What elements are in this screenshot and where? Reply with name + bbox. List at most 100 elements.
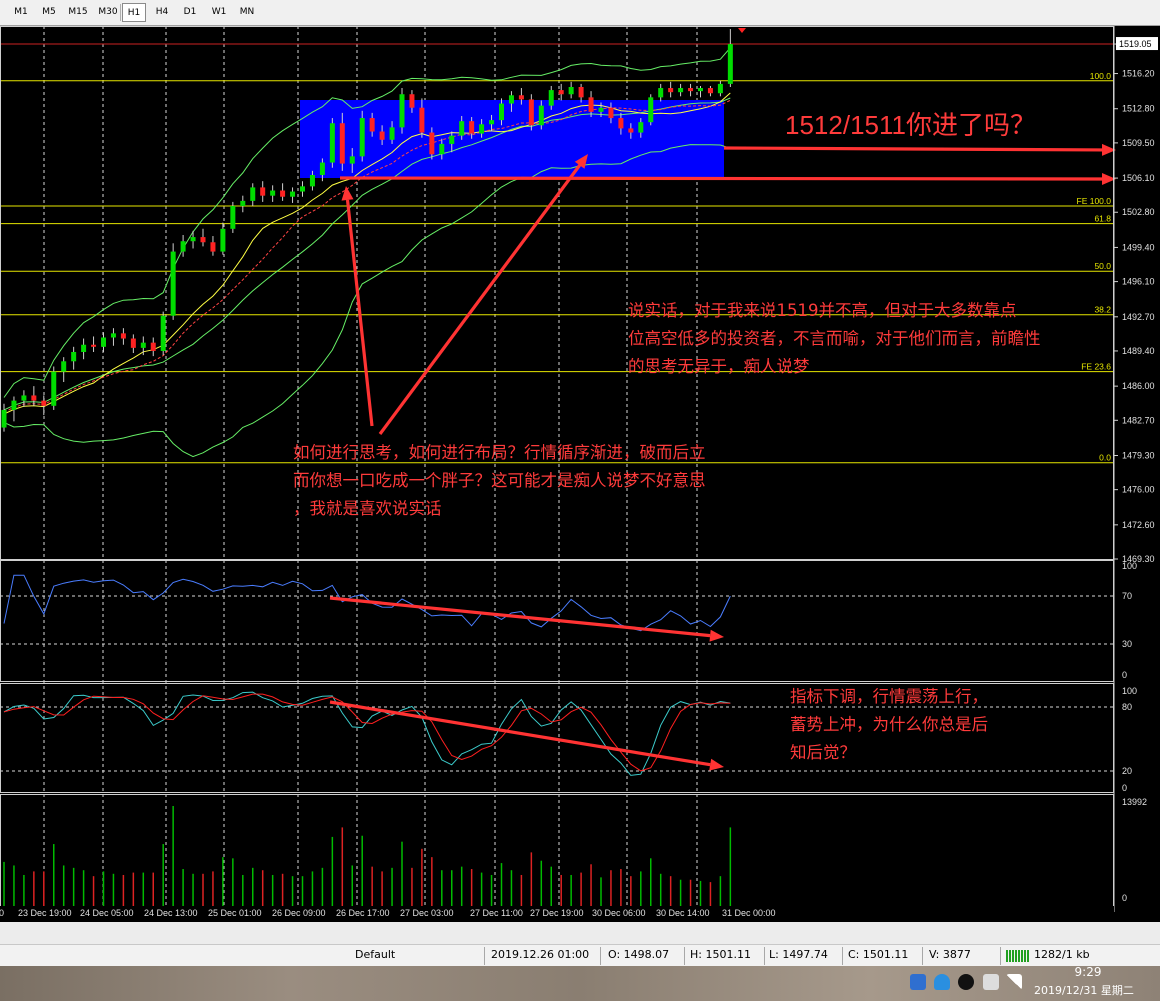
connection-bars-icon <box>1006 950 1030 962</box>
candle-body <box>21 395 27 401</box>
candle-body <box>349 156 355 164</box>
arrow-up-to-box-left <box>345 199 374 427</box>
price-tick-label: 1486.00 <box>1122 381 1155 391</box>
toolbar-separator <box>120 4 121 21</box>
rsi-divergence-arrow <box>329 596 711 638</box>
fib-level-label: 38.2 <box>1094 305 1111 315</box>
time-axis-label: 25 Dec 01:00 <box>208 908 262 918</box>
candle-body <box>588 97 594 112</box>
candle-body <box>210 242 216 252</box>
sell-signal-marker <box>738 28 746 33</box>
candle-body <box>409 94 415 108</box>
candle-body <box>280 190 286 197</box>
tf-d1-button[interactable]: D1 <box>178 3 202 22</box>
status-divider <box>684 947 685 965</box>
candle-body <box>508 95 514 104</box>
candle-body <box>727 44 733 84</box>
tf-mn-button[interactable]: MN <box>234 3 260 22</box>
candle-body <box>91 344 97 347</box>
candle-body <box>578 87 584 98</box>
status-close: C: 1501.11 <box>848 948 909 961</box>
candle-body <box>678 88 684 93</box>
right-note-line-3: 的思考无异于，痴人说梦 <box>628 357 810 376</box>
timeframe-toolbar: M1 M5 M15 M30 H1 H4 D1 W1 MN <box>0 0 1160 26</box>
candle-body <box>329 123 335 163</box>
status-datetime: 2019.12.26 01:00 <box>491 948 590 961</box>
fib-level-label: 50.0 <box>1094 261 1111 271</box>
rsi_axis-scale-label: 70 <box>1122 591 1132 601</box>
status-profile[interactable]: Default <box>355 948 395 961</box>
arrow-to-1512 <box>723 146 1103 152</box>
candle-body <box>658 88 664 98</box>
time-axis-label: 23 Dec 19:00 <box>18 908 72 918</box>
candle-body <box>250 187 256 201</box>
status-high: H: 1501.11 <box>690 948 751 961</box>
clock-date[interactable]: 2019/12/31 星期二 <box>1034 982 1134 998</box>
price-tick-label: 1472.60 <box>1122 520 1155 530</box>
tf-m5-button[interactable]: M5 <box>36 3 62 22</box>
candle-body <box>479 124 485 134</box>
price-tick-label: 1482.70 <box>1122 415 1155 425</box>
qq-penguin-icon[interactable] <box>958 974 974 990</box>
clock-time[interactable]: 9:29 <box>1068 965 1108 979</box>
shield-tray-icon[interactable] <box>934 974 950 990</box>
candle-body <box>230 206 236 229</box>
candle-body <box>130 338 136 348</box>
tf-h1-button[interactable]: H1 <box>122 3 146 22</box>
fib-level-label: 100.0 <box>1090 71 1112 81</box>
network-signal-icon[interactable] <box>1006 974 1022 990</box>
candle-body <box>618 118 624 129</box>
candle-body <box>707 88 713 94</box>
candle-body <box>170 251 176 316</box>
candle-body <box>449 135 455 144</box>
candle-body <box>339 123 345 164</box>
candle-body <box>608 107 614 119</box>
time-axis-label: 24 Dec 13:00 <box>144 908 198 918</box>
candle-body <box>41 400 47 406</box>
tf-m30-button[interactable]: M30 <box>94 3 122 22</box>
time-axis-label: 27 Dec 11:00 <box>470 908 523 918</box>
tf-m1-button[interactable]: M1 <box>8 3 34 22</box>
candle-body <box>518 95 524 100</box>
candle-body <box>568 87 574 95</box>
arrow-to-1511 <box>339 176 1103 181</box>
tf-w1-button[interactable]: W1 <box>206 3 232 22</box>
right-note-line-2: 位高空低多的投资者，不言而喻，对于他们而言，前瞻性 <box>628 329 1041 348</box>
tf-m15-button[interactable]: M15 <box>64 3 92 22</box>
speaker-muted-icon[interactable] <box>983 974 999 990</box>
candle-body <box>648 97 654 123</box>
candle-body <box>668 88 674 93</box>
stochastic-divergence-arrow-head <box>709 758 724 771</box>
candle-body <box>71 351 77 362</box>
candle-body <box>1 409 7 428</box>
cube-tray-icon[interactable] <box>910 974 926 990</box>
candle-body <box>638 122 644 133</box>
price-tick-label: 1499.40 <box>1122 242 1155 252</box>
candle-body <box>489 120 495 125</box>
candle-body <box>200 237 206 243</box>
price-tick-label: 1506.10 <box>1122 173 1155 183</box>
candle-body <box>81 344 87 352</box>
candle-body <box>429 132 435 155</box>
candle-body <box>300 186 305 192</box>
status-divider <box>764 947 765 965</box>
chart-window[interactable]: 100.0 FE 100.0 61.8 50.0 38.2 FE 23.6 0.0 1519… <box>0 26 1160 922</box>
candle-body <box>11 400 17 410</box>
candle-body <box>101 337 106 347</box>
price-tick-label: 1509.50 <box>1122 138 1155 148</box>
center-note-line-2: 而你想一口吃成一个胖子？这可能才是痴人说梦不好意思 <box>293 471 706 490</box>
candle-body <box>399 94 405 128</box>
stoch_axis-scale-label: 20 <box>1122 766 1132 776</box>
windows-taskbar: 9:29 2019/12/31 星期二 <box>0 965 1160 1001</box>
price-tick-label: 1516.20 <box>1122 69 1155 79</box>
candle-body <box>499 103 504 121</box>
candle-body <box>260 187 266 196</box>
fib-level-label: FE 23.6 <box>1081 362 1111 372</box>
time-axis-label: 27 Dec 19:00 <box>530 908 584 918</box>
bollinger-lower-line <box>3 144 731 458</box>
candle-body <box>419 107 425 133</box>
price-tick-label: 1489.40 <box>1122 346 1155 356</box>
tf-h4-button[interactable]: H4 <box>150 3 174 22</box>
stochastic-divergence-arrow <box>329 700 711 767</box>
candle-body <box>220 228 226 252</box>
